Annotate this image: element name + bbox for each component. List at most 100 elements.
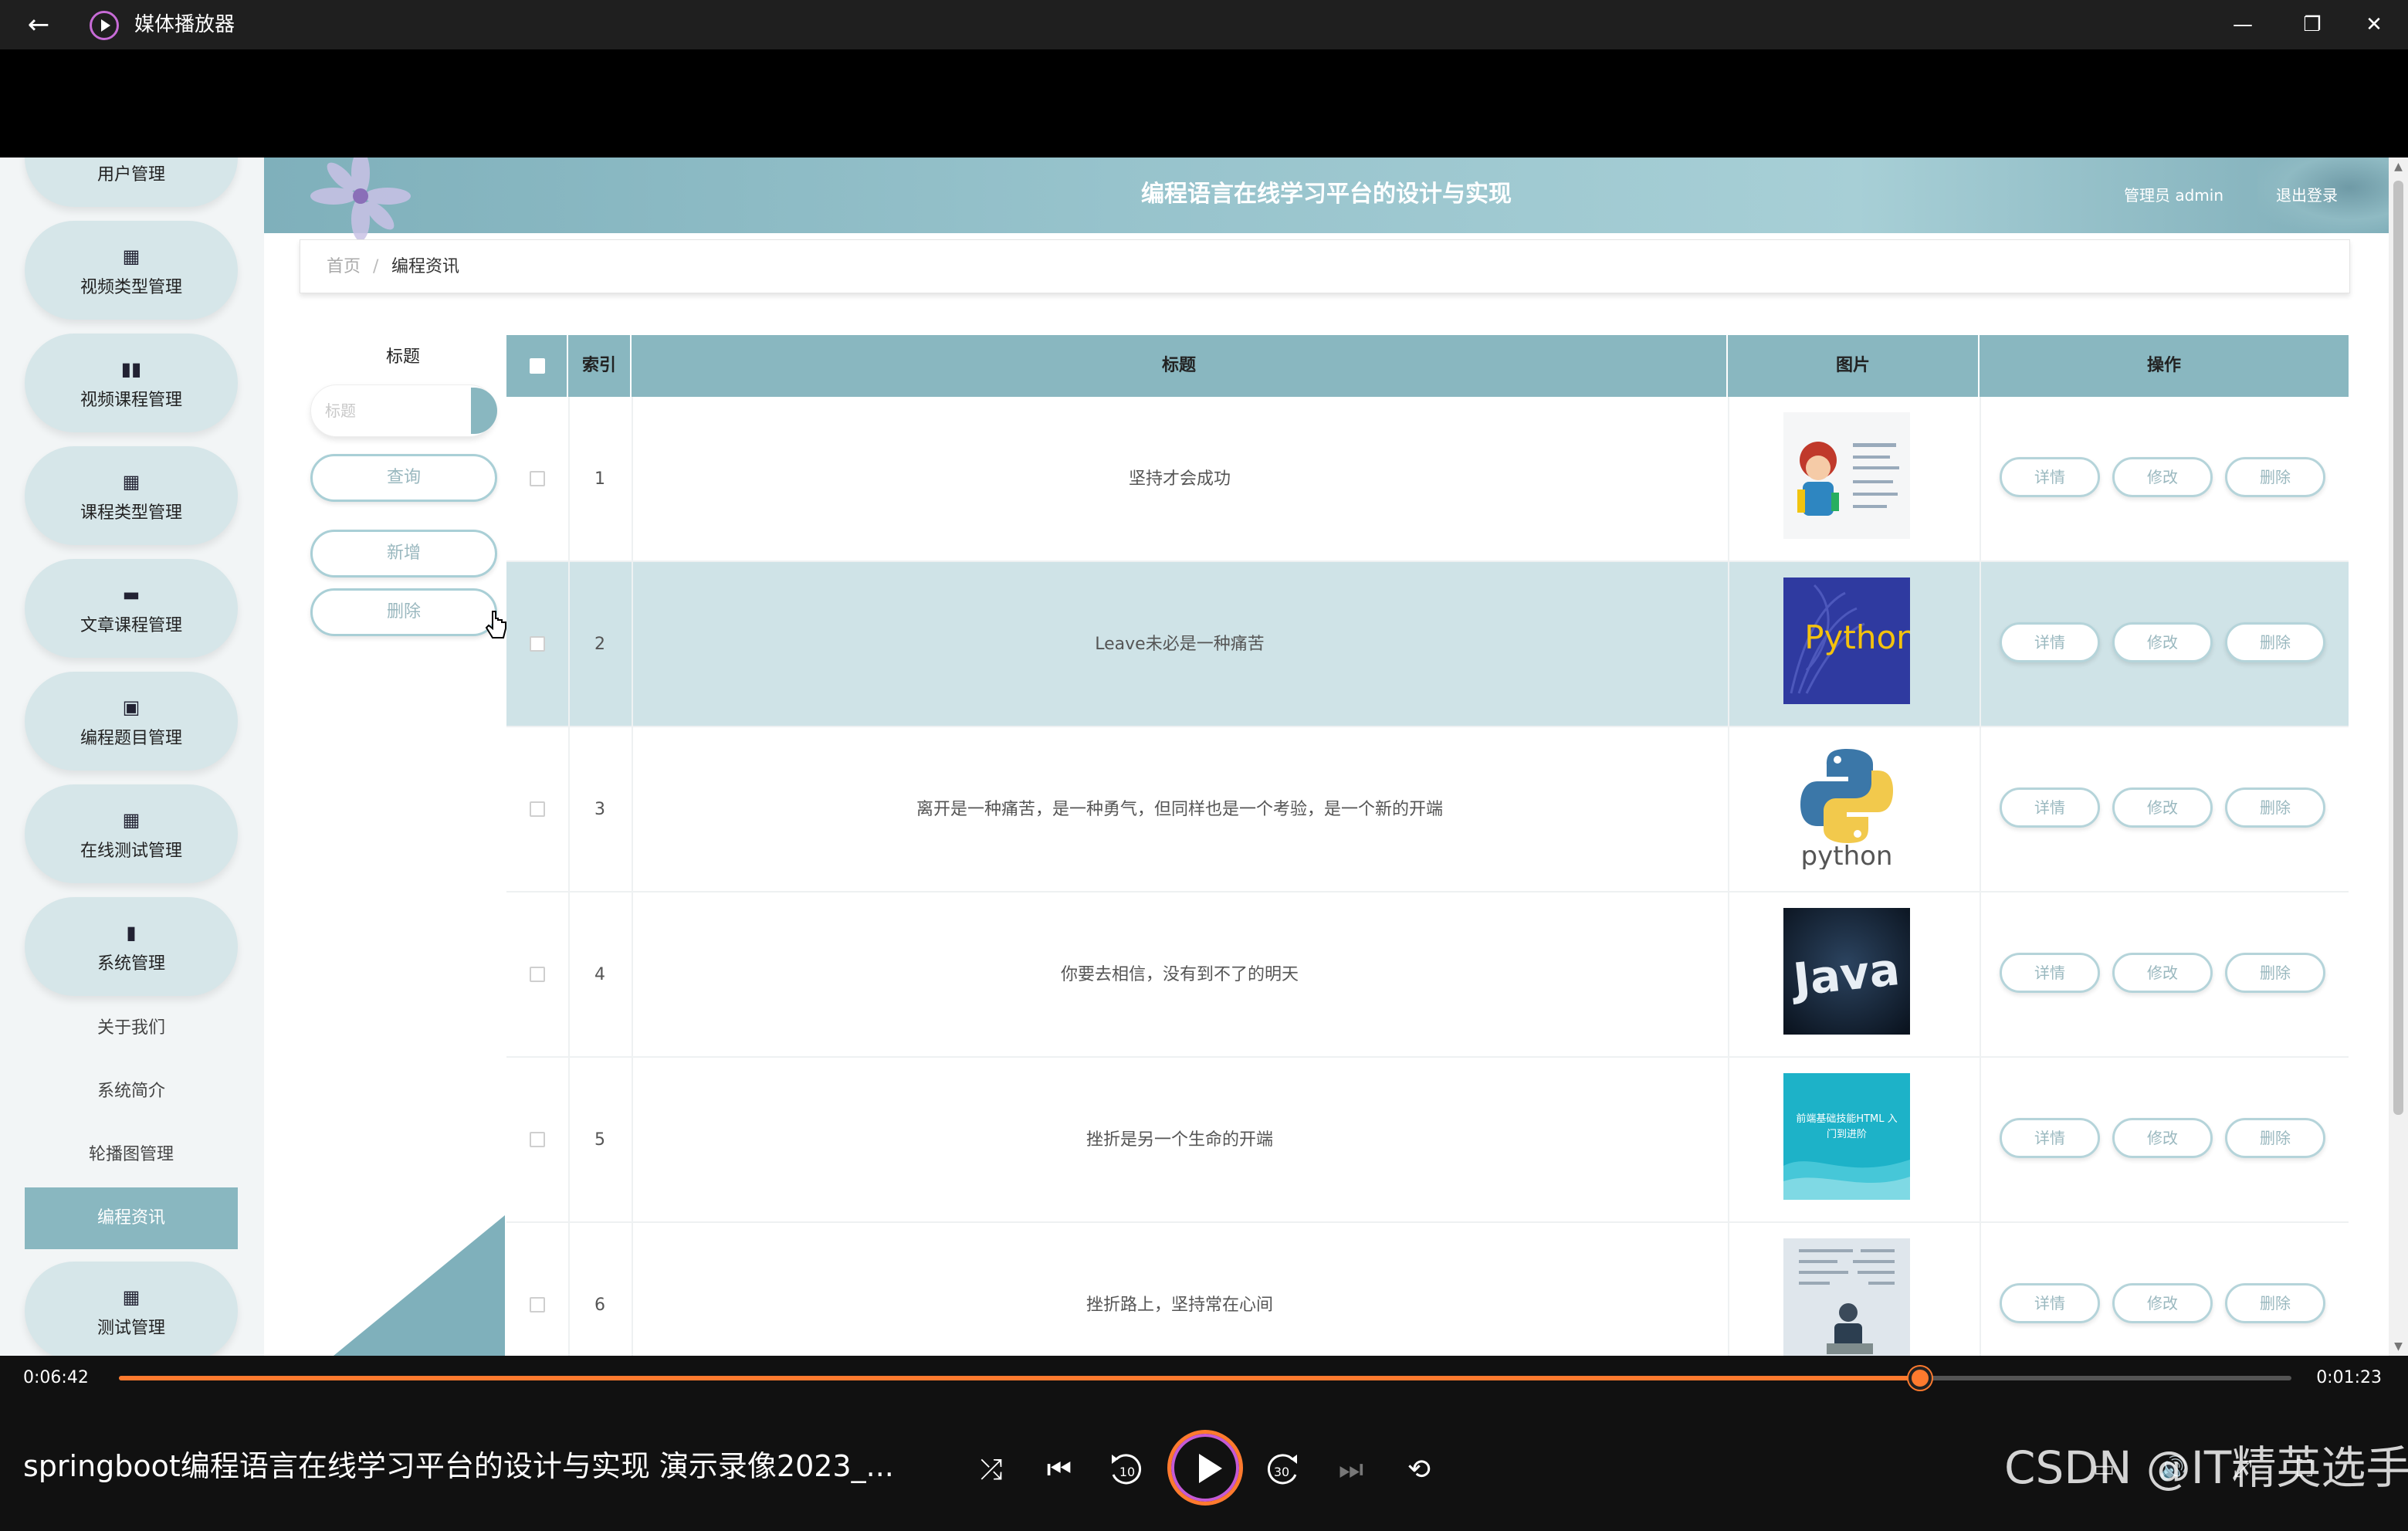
select-all-header	[506, 335, 568, 397]
row-checkbox[interactable]	[530, 967, 545, 982]
scrollbar-thumb[interactable]	[2393, 181, 2403, 1115]
back-arrow-icon[interactable]: ←	[22, 8, 56, 42]
sidebar-item-video-type[interactable]: ▦ 视频类型管理	[25, 221, 238, 320]
csdn-watermark: CSDN @IT精英选手	[2004, 1441, 2408, 1494]
page-scrollbar[interactable]: ▲ ▼	[2389, 158, 2408, 1356]
table-row: 6 挫折路上，坚持常在心间 详情 修改 删除	[506, 1223, 2349, 1356]
delete-button[interactable]: 删除	[2225, 953, 2325, 993]
grid-icon: ▦	[122, 809, 141, 831]
play-button[interactable]	[1167, 1430, 1243, 1506]
java-logo-thumbnail: Java	[1783, 908, 1910, 1035]
sidebar-item-user-management[interactable]: 用户管理	[25, 158, 238, 207]
title-search-input[interactable]	[310, 384, 496, 437]
sidebar-subitem-programming-news[interactable]: 编程资讯	[25, 1187, 238, 1249]
svg-text:Python: Python	[1804, 618, 1910, 656]
svg-text:python: python	[1801, 841, 1893, 869]
sidebar-item-system-management[interactable]: ▮ 系统管理	[25, 897, 238, 996]
sidebar-subitem-about-us[interactable]: 关于我们	[25, 998, 238, 1059]
bar-chart-icon: ▮	[126, 922, 137, 943]
detail-button[interactable]: 详情	[2000, 788, 2100, 828]
corner-decoration	[334, 1215, 505, 1356]
html-course-banner-thumbnail: 前端基础技能HTML 入门到进阶	[1783, 1073, 1910, 1200]
table-row: 3 离开是一种痛苦，是一种勇气，但同样也是一个考验，是一个新的开端 python…	[506, 727, 2349, 893]
row-checkbox[interactable]	[530, 1132, 545, 1147]
sidebar-item-online-test[interactable]: ▦ 在线测试管理	[25, 784, 238, 883]
seek-bar[interactable]	[119, 1367, 2291, 1390]
edit-button[interactable]: 修改	[2112, 1118, 2213, 1158]
skip-back-10-icon[interactable]: 10	[1104, 1448, 1147, 1492]
site-header: 编程语言在线学习平台的设计与实现 管理员 admin 退出登录	[264, 158, 2389, 241]
next-track-icon[interactable]: ⏭	[1329, 1448, 1373, 1492]
sidebar-item-article-course[interactable]: ▬ 文章课程管理	[25, 559, 238, 658]
delete-button[interactable]: 删除	[2225, 622, 2325, 662]
bulk-delete-button[interactable]: 删除	[310, 588, 497, 636]
site-title: 编程语言在线学习平台的设计与实现	[1141, 181, 1512, 208]
sidebar-item-label: 用户管理	[97, 165, 165, 185]
close-button[interactable]: ✕	[2347, 6, 2401, 43]
row-index: 1	[594, 469, 605, 489]
sidebar-item-video-course[interactable]: ▮▮ 视频课程管理	[25, 334, 238, 432]
detail-button[interactable]: 详情	[2000, 622, 2100, 662]
scroll-down-icon[interactable]: ▼	[2389, 1339, 2408, 1354]
detail-button[interactable]: 详情	[2000, 1118, 2100, 1158]
delete-button[interactable]: 删除	[2225, 457, 2325, 497]
delete-button[interactable]: 删除	[2225, 1283, 2325, 1323]
edit-button[interactable]: 修改	[2112, 788, 2213, 828]
sidebar-item-course-type[interactable]: ▦ 课程类型管理	[25, 446, 238, 545]
detail-button[interactable]: 详情	[2000, 1283, 2100, 1323]
sidebar: 用户管理 ▦ 视频类型管理 ▮▮ 视频课程管理 ▦ 课程类型管理 ▬ 文章课程管…	[0, 158, 264, 1356]
seek-bar-thumb[interactable]	[1908, 1367, 1932, 1390]
clipboard-check-icon: ▣	[122, 696, 141, 718]
grid-icon: ▦	[122, 246, 141, 267]
scroll-up-icon[interactable]: ▲	[2389, 159, 2408, 174]
delete-button[interactable]: 删除	[2225, 1118, 2325, 1158]
edit-button[interactable]: 修改	[2112, 622, 2213, 662]
sidebar-item-label: 课程类型管理	[80, 503, 182, 523]
add-button[interactable]: 新增	[310, 530, 497, 578]
sidebar-item-programming-questions[interactable]: ▣ 编程题目管理	[25, 672, 238, 771]
edit-button[interactable]: 修改	[2112, 457, 2213, 497]
table-row: 1 坚持才会成功 详情 修改 删除	[506, 397, 2349, 562]
row-index: 4	[594, 965, 605, 984]
hand-pointer-cursor-icon	[485, 611, 506, 638]
row-index: 2	[594, 635, 605, 654]
select-all-checkbox[interactable]	[530, 358, 545, 374]
row-checkbox[interactable]	[530, 636, 545, 652]
minimize-button[interactable]: —	[2216, 6, 2270, 43]
column-header-title: 标题	[632, 335, 1728, 397]
row-title: 挫折路上，坚持常在心间	[1085, 1296, 1273, 1315]
delete-button[interactable]: 删除	[2225, 788, 2325, 828]
sidebar-item-test-management[interactable]: ▦ 测试管理	[25, 1262, 238, 1356]
table-row: 2 Leave未必是一种痛苦 Python 详情 修改 删除	[506, 562, 2349, 727]
restore-button[interactable]: ❐	[2285, 6, 2339, 43]
breadcrumb-home[interactable]: 首页	[327, 256, 361, 279]
query-button[interactable]: 查询	[310, 454, 497, 502]
sidebar-subitem-system-intro[interactable]: 系统简介	[25, 1061, 238, 1123]
media-player-app-icon	[90, 11, 119, 40]
column-header-index: 索引	[568, 335, 632, 397]
breadcrumb: 首页 / 编程资讯	[300, 239, 2350, 293]
logout-link[interactable]: 退出登录	[2276, 184, 2338, 207]
previous-track-icon[interactable]: ⏮	[1038, 1448, 1081, 1492]
row-checkbox[interactable]	[530, 801, 545, 817]
shuffle-icon[interactable]: ⤮	[970, 1448, 1013, 1492]
row-checkbox[interactable]	[530, 471, 545, 486]
row-title: 坚持才会成功	[1128, 469, 1231, 489]
detail-button[interactable]: 详情	[2000, 457, 2100, 497]
repeat-off-icon[interactable]: ⟲	[1397, 1448, 1441, 1492]
row-title: Leave未必是一种痛苦	[1095, 635, 1265, 654]
edit-button[interactable]: 修改	[2112, 1283, 2213, 1323]
sidebar-item-label: 在线测试管理	[80, 842, 182, 861]
sidebar-item-label: 测试管理	[97, 1319, 165, 1338]
detail-button[interactable]: 详情	[2000, 953, 2100, 993]
row-checkbox[interactable]	[530, 1297, 545, 1313]
sidebar-item-label: 系统管理	[97, 954, 165, 974]
sidebar-subitem-carousel[interactable]: 轮播图管理	[25, 1124, 238, 1186]
briefcase-icon: ▬	[122, 584, 141, 605]
player-controls: 0:06:42 0:01:23 springboot编程语言在线学习平台的设计与…	[0, 1356, 2408, 1531]
skip-forward-30-icon[interactable]: 30	[1262, 1448, 1305, 1492]
sidebar-item-label: 文章课程管理	[80, 616, 182, 635]
row-title: 挫折是另一个生命的开端	[1085, 1130, 1273, 1150]
edit-button[interactable]: 修改	[2112, 953, 2213, 993]
breadcrumb-current: 编程资讯	[391, 257, 460, 276]
